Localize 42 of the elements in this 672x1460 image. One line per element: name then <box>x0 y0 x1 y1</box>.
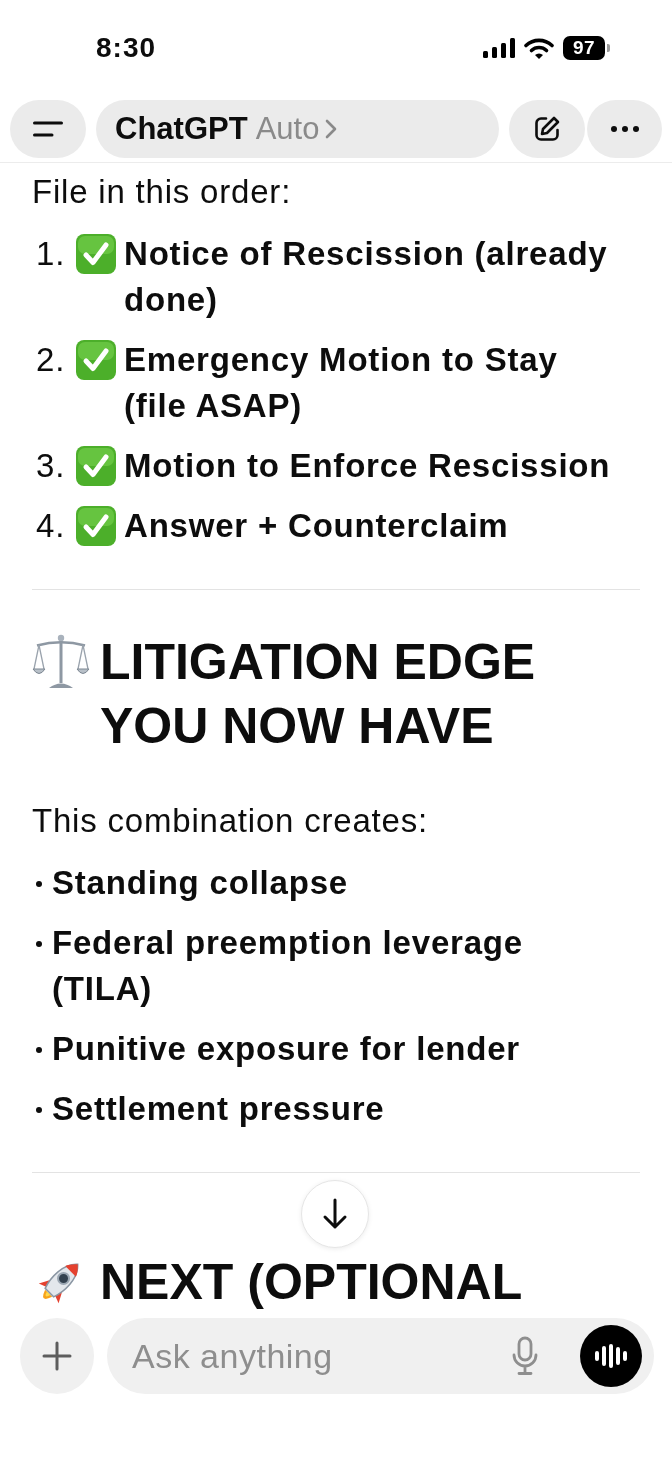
chevron-right-icon <box>325 119 338 139</box>
step-text: Emergency Motion to Stay (file ASAP) <box>124 340 559 426</box>
bullet-icon <box>36 1047 42 1053</box>
microphone-icon[interactable] <box>510 1336 540 1376</box>
list-number: 4. <box>36 506 66 546</box>
section-heading: NEXT (OPTIONAL <box>100 1253 523 1312</box>
composer-bar[interactable]: Ask anything <box>107 1318 654 1394</box>
bullet-text: Punitive exposure for lender <box>52 1029 520 1069</box>
scales-icon <box>32 633 90 691</box>
signal-icon <box>483 38 515 58</box>
list-number: 2. <box>36 340 66 380</box>
menu-icon <box>33 121 63 137</box>
section-heading: LITIGATION EDGE YOU NOW HAVE <box>100 633 537 756</box>
check-mark-icon <box>76 340 116 380</box>
intro-text: File in this order: <box>32 172 292 212</box>
bullet-text: Standing collapse <box>52 863 348 903</box>
message-input-field[interactable]: Ask anything <box>132 1336 498 1376</box>
bullet-icon <box>36 941 42 947</box>
step-text: Answer + Counterclaim <box>124 506 509 546</box>
arrow-down-icon <box>322 1198 348 1230</box>
wifi-icon <box>524 37 554 59</box>
waveform-icon <box>594 1344 628 1368</box>
edit-icon <box>533 115 561 143</box>
more-icon <box>610 126 639 132</box>
bullet-icon <box>36 1107 42 1113</box>
check-mark-icon <box>76 234 116 274</box>
bullet-icon <box>36 881 42 887</box>
bullet-text: Settlement pressure <box>52 1089 385 1129</box>
plus-icon <box>41 1340 73 1372</box>
check-mark-icon <box>76 506 116 546</box>
voice-button[interactable] <box>580 1325 642 1387</box>
step-text: Motion to Enforce Rescission <box>124 446 611 486</box>
list-number: 3. <box>36 446 66 486</box>
bullet-text: Federal preemption leverage (TILA) <box>52 923 524 1009</box>
battery-indicator: 97 <box>563 36 610 60</box>
body-text: This combination creates: <box>32 801 428 841</box>
list-number: 1. <box>36 234 66 274</box>
check-mark-icon <box>76 446 116 486</box>
step-text: Notice of Rescission (already done) <box>124 234 609 320</box>
scroll-down-button[interactable] <box>301 1180 369 1248</box>
model-selector-button[interactable]: ChatGPT Auto <box>96 100 499 158</box>
status-time: 8:30 <box>96 32 157 64</box>
